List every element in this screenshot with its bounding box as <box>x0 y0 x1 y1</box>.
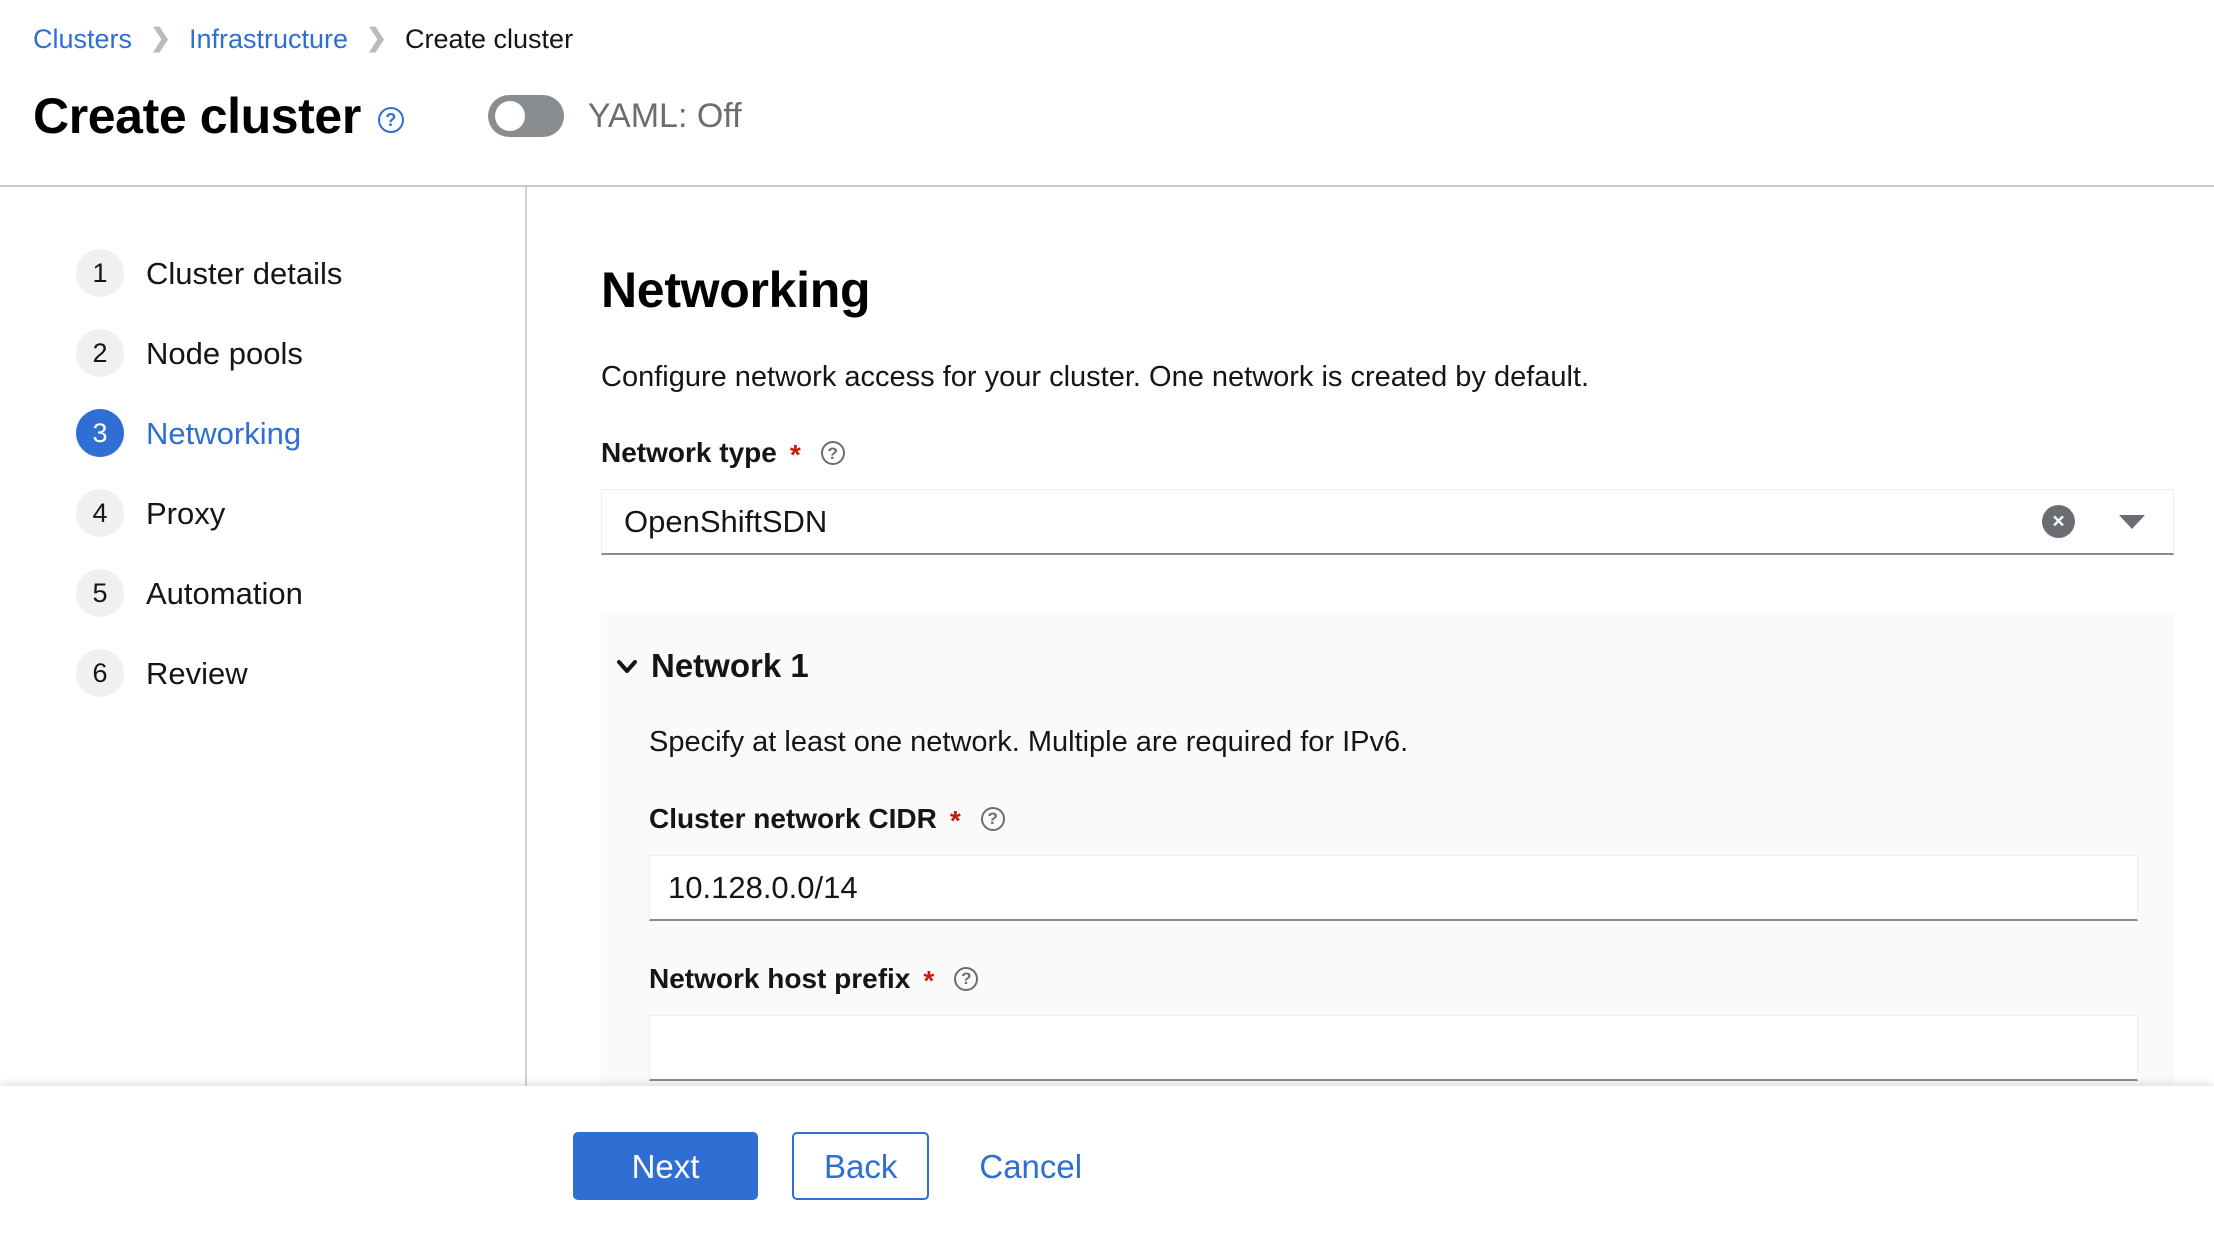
cluster-network-cidr-input[interactable]: 10.128.0.0/14 <box>649 854 2138 921</box>
breadcrumb-item-clusters[interactable]: Clusters <box>33 26 132 53</box>
chevron-down-icon[interactable] <box>615 654 639 678</box>
breadcrumb-separator-icon: ❯ <box>150 24 171 52</box>
title-row: Create cluster ? YAML: Off <box>0 53 2214 185</box>
caret-down-icon[interactable] <box>2119 514 2145 529</box>
create-cluster-page: Clusters ❯ Infrastructure ❯ Create clust… <box>0 0 2214 1246</box>
network-1-panel-toggle[interactable]: Network 1 <box>601 649 2174 682</box>
step-number-badge: 4 <box>76 489 124 537</box>
cancel-button[interactable]: Cancel <box>957 1132 1104 1200</box>
question-circle-icon[interactable]: ? <box>820 441 845 466</box>
network-1-panel-body: Specify at least one network. Multiple a… <box>601 724 2174 1081</box>
step-label: Cluster details <box>146 255 343 291</box>
breadcrumb: Clusters ❯ Infrastructure ❯ Create clust… <box>0 26 2214 53</box>
network-host-prefix-input[interactable] <box>649 1014 2138 1081</box>
yaml-toggle-group: YAML: Off <box>487 95 742 137</box>
page-body: 1 Cluster details 2 Node pools 3 Network… <box>0 187 2214 1086</box>
page-title: Create cluster <box>33 88 361 144</box>
wizard-step-review[interactable]: 6 Review <box>0 633 525 713</box>
question-circle-icon[interactable]: ? <box>954 966 979 991</box>
wizard-step-automation[interactable]: 5 Automation <box>0 553 525 633</box>
breadcrumb-item-create-cluster: Create cluster <box>405 24 574 54</box>
network-host-prefix-label-group: Network host prefix * ? <box>649 962 2174 996</box>
cluster-network-cidr-label-group: Cluster network CIDR * ? <box>649 802 2174 836</box>
page-header: Clusters ❯ Infrastructure ❯ Create clust… <box>0 0 2214 187</box>
network-type-select[interactable]: OpenShiftSDN × <box>601 489 2174 556</box>
yaml-toggle-label: YAML: Off <box>587 97 742 135</box>
wizard-footer: Next Back Cancel <box>0 1086 2214 1246</box>
step-label: Automation <box>146 575 303 611</box>
network-1-description: Specify at least one network. Multiple a… <box>649 726 1409 759</box>
network-host-prefix-label: Network host prefix <box>649 962 911 994</box>
wizard-step-proxy[interactable]: 4 Proxy <box>0 473 525 553</box>
wizard-step-networking[interactable]: 3 Networking <box>0 393 525 473</box>
required-marker: * <box>923 964 935 996</box>
required-marker: * <box>949 804 961 836</box>
cluster-network-cidr-label: Cluster network CIDR <box>649 802 937 834</box>
step-label: Review <box>146 655 248 691</box>
step-number-badge: 6 <box>76 649 124 697</box>
section-title: Networking <box>601 262 871 318</box>
step-number-badge: 2 <box>76 329 124 377</box>
back-button[interactable]: Back <box>792 1132 930 1200</box>
cluster-network-cidr-value: 10.128.0.0/14 <box>668 869 858 905</box>
network-type-label-group: Network type * ? <box>601 437 2174 471</box>
step-number-badge: 1 <box>76 249 124 297</box>
required-marker: * <box>789 439 801 471</box>
networking-form: Networking Configure network access for … <box>527 187 2214 1086</box>
step-label: Proxy <box>146 495 226 531</box>
network-type-selected-value: OpenShiftSDN <box>624 504 828 540</box>
network-type-label: Network type <box>601 437 777 469</box>
next-button[interactable]: Next <box>573 1132 758 1200</box>
network-1-title: Network 1 <box>651 647 809 685</box>
network-1-panel: Network 1 Specify at least one network. … <box>601 613 2174 1086</box>
breadcrumb-item-infrastructure[interactable]: Infrastructure <box>189 26 348 53</box>
wizard-step-node-pools[interactable]: 2 Node pools <box>0 313 525 393</box>
times-circle-icon[interactable]: × <box>2042 505 2075 539</box>
step-label: Networking <box>146 415 302 451</box>
step-label: Node pools <box>146 335 303 371</box>
breadcrumb-separator-icon: ❯ <box>366 24 387 52</box>
question-circle-icon[interactable]: ? <box>377 107 404 133</box>
wizard-step-cluster-details[interactable]: 1 Cluster details <box>0 233 525 313</box>
step-number-badge: 5 <box>76 569 124 617</box>
section-description: Configure network access for your cluste… <box>601 361 1590 393</box>
step-number-badge: 3 <box>76 409 124 457</box>
question-circle-icon[interactable]: ? <box>980 806 1005 831</box>
toggle-knob <box>494 101 525 131</box>
wizard-nav: 1 Cluster details 2 Node pools 3 Network… <box>0 187 527 1086</box>
yaml-toggle-switch[interactable] <box>487 95 564 137</box>
